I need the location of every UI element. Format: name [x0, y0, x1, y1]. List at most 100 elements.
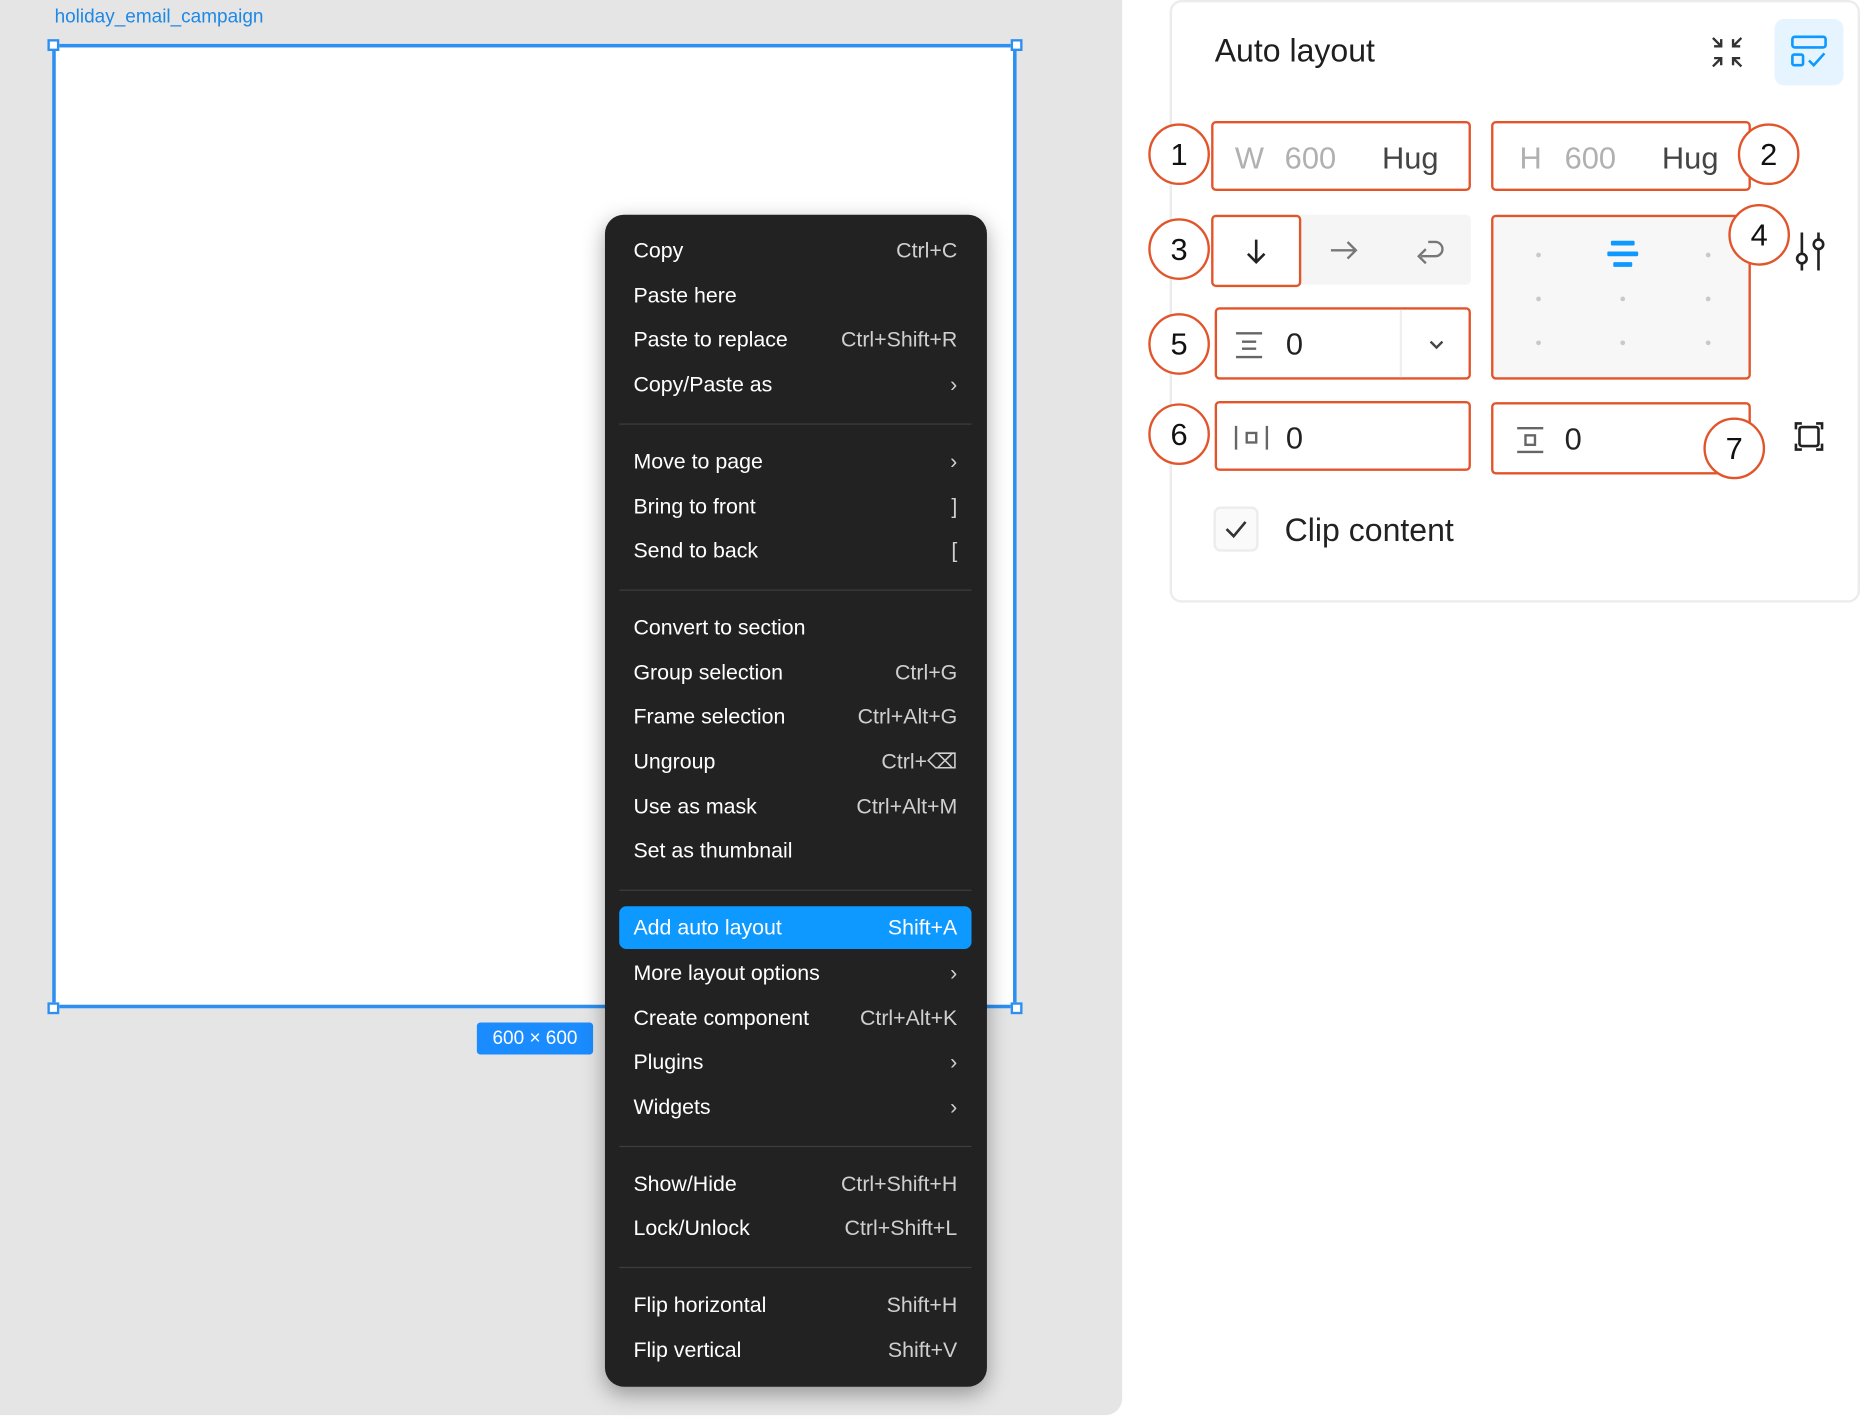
menu-item-shortcut: Ctrl+Shift+L — [844, 1216, 958, 1240]
submenu-chevron-icon: › — [950, 960, 958, 985]
direction-wrap-icon[interactable] — [1397, 221, 1461, 280]
menu-item-shortcut: Shift+H — [886, 1292, 958, 1317]
vertical-padding-icon — [1517, 427, 1544, 454]
horizontal-padding-field[interactable]: 0 — [1214, 400, 1471, 471]
submenu-chevron-icon: › — [950, 1094, 958, 1119]
menu-item-flip-vertical[interactable]: Flip vertical Shift+V — [619, 1328, 971, 1371]
menu-item-frame-selection[interactable]: Frame selection Ctrl+Alt+G — [619, 695, 971, 738]
menu-item-shortcut: Ctrl+Shift+R — [840, 327, 958, 352]
menu-item-label: Use as mask — [633, 794, 757, 819]
align-bottom-left[interactable] — [1536, 340, 1541, 346]
width-value[interactable]: 600 — [1285, 140, 1336, 177]
gap-dropdown[interactable] — [1399, 309, 1474, 378]
menu-separator — [619, 889, 972, 891]
height-value[interactable]: 600 — [1565, 140, 1616, 177]
menu-item-flip-horizontal[interactable]: Flip horizontal Shift+H — [619, 1283, 971, 1326]
menu-item-widgets[interactable]: Widgets › — [619, 1085, 971, 1128]
advanced-layout-settings-icon[interactable] — [1786, 225, 1833, 277]
menu-item-label: Set as thumbnail — [633, 839, 793, 863]
menu-item-set-as-thumbnail[interactable]: Set as thumbnail — [619, 830, 971, 873]
menu-item-label: Plugins — [633, 1050, 704, 1074]
horizontal-padding-value[interactable]: 0 — [1286, 420, 1303, 457]
menu-item-create-component[interactable]: Create component Ctrl+Alt+K — [619, 996, 971, 1039]
menu-item-convert-to-section[interactable]: Convert to section — [619, 606, 971, 649]
callout-2: 2 — [1737, 123, 1800, 186]
menu-item-shortcut: Ctrl+⌫ — [881, 749, 958, 774]
menu-item-shortcut: Shift+A — [887, 915, 958, 940]
callout-4: 4 — [1728, 204, 1791, 266]
menu-item-label: Copy — [633, 238, 684, 263]
align-middle-right[interactable] — [1705, 296, 1711, 302]
menu-item-shortcut: Ctrl+Alt+G — [857, 704, 958, 729]
width-field[interactable]: W 600 Hug — [1211, 120, 1471, 191]
menu-item-label: Frame selection — [633, 704, 786, 729]
horizontal-padding-icon — [1234, 425, 1269, 450]
vertical-padding-value[interactable]: 0 — [1565, 421, 1582, 458]
menu-separator — [619, 589, 972, 591]
menu-item-shortcut: [ — [951, 538, 958, 563]
menu-item-lock-unlock[interactable]: Lock/Unlock Ctrl+Shift+L — [619, 1207, 971, 1250]
gap-field[interactable]: 0 — [1214, 307, 1474, 380]
gap-icon — [1236, 332, 1263, 359]
height-mode[interactable]: Hug — [1662, 140, 1719, 177]
direction-horizontal-icon[interactable] — [1312, 221, 1376, 280]
resize-handle-bottom-left[interactable] — [47, 1002, 60, 1015]
gap-value[interactable]: 0 — [1286, 326, 1303, 363]
clip-content-checkbox[interactable] — [1213, 506, 1259, 552]
menu-item-label: Create component — [633, 1005, 810, 1030]
align-top-right[interactable] — [1705, 252, 1711, 258]
width-mode[interactable]: Hug — [1382, 140, 1439, 177]
individual-padding-icon[interactable] — [1788, 415, 1831, 458]
menu-item-show-hide[interactable]: Show/Hide Ctrl+Shift+H — [619, 1162, 971, 1205]
layout-suggestions-icon[interactable] — [1774, 18, 1844, 86]
menu-item-more-layout-options[interactable]: More layout options › — [619, 951, 971, 994]
menu-item-shortcut: Shift+V — [887, 1337, 958, 1362]
menu-item-add-auto-layout[interactable]: Add auto layout Shift+A — [619, 906, 972, 950]
menu-item-paste-to-replace[interactable]: Paste to replace Ctrl+Shift+R — [619, 318, 971, 361]
clip-content-label[interactable]: Clip content — [1285, 512, 1454, 549]
menu-item-label: Copy/Paste as — [633, 372, 773, 397]
menu-item-label: Move to page — [633, 449, 763, 474]
menu-item-label: Group selection — [633, 660, 783, 684]
align-bottom-center[interactable] — [1620, 340, 1626, 346]
menu-item-move-to-page[interactable]: Move to page › — [619, 440, 971, 483]
menu-item-label: Add auto layout — [633, 915, 782, 940]
menu-item-label: Convert to section — [633, 615, 806, 640]
callout-3: 3 — [1148, 218, 1210, 280]
check-icon — [1225, 521, 1247, 539]
menu-item-group-selection[interactable]: Group selection Ctrl+G — [619, 651, 971, 694]
menu-item-paste-here[interactable]: Paste here — [619, 274, 971, 317]
height-field[interactable]: H 600 Hug — [1491, 120, 1751, 191]
frame-name-label[interactable]: holiday_email_campaign — [55, 7, 264, 28]
menu-item-label: Ungroup — [633, 749, 716, 774]
resize-handle-top-right[interactable] — [1010, 39, 1023, 52]
alignment-grid[interactable] — [1491, 214, 1751, 380]
align-middle-center[interactable] — [1620, 296, 1626, 302]
menu-item-bring-to-front[interactable]: Bring to front] — [619, 485, 971, 528]
menu-item-plugins[interactable]: Plugins › — [619, 1041, 971, 1084]
menu-item-copy-paste-as[interactable]: Copy/Paste as › — [619, 363, 971, 406]
resize-handle-bottom-right[interactable] — [1010, 1002, 1023, 1015]
resize-handle-top-left[interactable] — [47, 39, 60, 52]
menu-item-ungroup[interactable]: Ungroup Ctrl+⌫ — [619, 740, 971, 783]
callout-1: 1 — [1148, 123, 1210, 186]
menu-item-shortcut: Ctrl+C — [896, 238, 958, 263]
menu-item-label: Send to back — [633, 538, 759, 563]
align-top-left[interactable] — [1536, 252, 1541, 258]
menu-item-label: Flip horizontal — [633, 1292, 767, 1317]
chevron-down-icon — [1429, 340, 1444, 350]
panel-title: Auto layout — [1214, 33, 1375, 69]
collapse-icon[interactable] — [1703, 28, 1750, 75]
menu-item-use-as-mask[interactable]: Use as mask Ctrl+Alt+M — [619, 785, 971, 828]
align-bottom-right[interactable] — [1705, 340, 1711, 346]
direction-vertical-button[interactable] — [1211, 214, 1302, 288]
menu-item-shortcut: Ctrl+Shift+H — [840, 1171, 958, 1196]
menu-item-send-to-back[interactable]: Send to back [ — [619, 529, 971, 572]
menu-item-label: Show/Hide — [633, 1171, 737, 1196]
menu-item-shortcut: Ctrl+Alt+M — [856, 794, 958, 819]
align-middle-left[interactable] — [1536, 296, 1541, 302]
menu-item-label: Lock/Unlock — [633, 1216, 750, 1240]
menu-item-copy[interactable]: Copy Ctrl+C — [619, 229, 971, 272]
menu-item-label: Paste to replace — [633, 327, 788, 352]
align-top-center-icon[interactable] — [1607, 240, 1639, 269]
